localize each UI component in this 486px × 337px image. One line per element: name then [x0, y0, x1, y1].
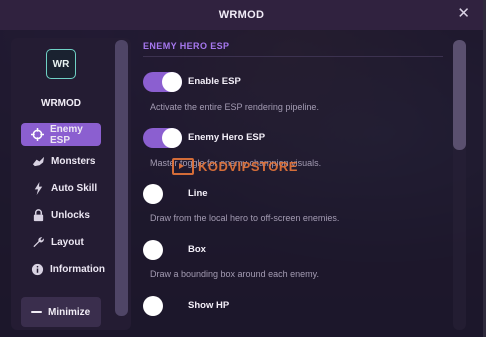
minimize-icon — [31, 311, 42, 313]
sidebar-item-label: Auto Skill — [51, 183, 98, 194]
sidebar: WR WRMOD Enemy ESP Monsters Auto Skill U… — [11, 38, 131, 330]
toggle-knob — [162, 72, 182, 92]
title-bar[interactable]: WRMOD ✕ — [0, 0, 483, 30]
wrench-icon — [31, 236, 45, 250]
sidebar-item-monsters[interactable]: Monsters — [21, 150, 101, 173]
section-divider — [143, 56, 443, 57]
line-toggle[interactable] — [143, 184, 182, 204]
section-title: ENEMY HERO ESP — [143, 41, 230, 51]
crosshair-icon — [31, 128, 44, 142]
option-label: Enable ESP — [188, 76, 241, 87]
sidebar-item-enemy-esp[interactable]: Enemy ESP — [21, 123, 101, 146]
option-label: Line — [188, 188, 208, 199]
sidebar-item-label: Monsters — [51, 156, 96, 167]
sidebar-item-label: Enemy ESP — [50, 123, 83, 146]
sidebar-item-label: Information — [50, 264, 105, 275]
toggle-knob — [143, 296, 163, 316]
brand-name: WRMOD — [41, 98, 81, 109]
lightning-icon — [31, 182, 45, 196]
close-icon[interactable]: ✕ — [457, 5, 470, 23]
toggle-knob — [162, 128, 182, 148]
toggle-knob — [143, 184, 163, 204]
option-label: Show HP — [188, 300, 230, 311]
dragon-icon — [31, 155, 45, 169]
enable-esp-toggle[interactable] — [143, 72, 182, 92]
option-description: Draw a bounding box around each enemy. — [150, 269, 319, 279]
content-scrollbar[interactable] — [453, 40, 466, 150]
toggle-knob — [143, 240, 163, 260]
minimize-button[interactable]: Minimize — [21, 297, 101, 327]
logo: WR — [46, 49, 76, 79]
mod-menu-window: WRMOD ✕ WR WRMOD Enemy ESP Monsters Auto… — [0, 0, 486, 337]
sidebar-item-layout[interactable]: Layout — [21, 231, 101, 254]
sidebar-item-auto-skill[interactable]: Auto Skill — [21, 177, 101, 200]
enemy-hero-esp-toggle[interactable] — [143, 128, 182, 148]
minimize-label: Minimize — [48, 306, 91, 318]
lock-icon — [31, 209, 45, 223]
info-icon — [31, 263, 44, 277]
option-label: Enemy Hero ESP — [188, 132, 266, 143]
watermark: KODVIPSTORE — [172, 156, 298, 176]
sidebar-item-information[interactable]: Information — [21, 258, 105, 281]
sidebar-item-label: Layout — [51, 237, 84, 248]
show-hp-toggle[interactable] — [143, 296, 182, 316]
play-screen-icon — [172, 157, 194, 175]
sidebar-scrollbar[interactable] — [115, 40, 128, 316]
window-title: WRMOD — [218, 9, 265, 21]
box-toggle[interactable] — [143, 240, 182, 260]
option-description: Activate the entire ESP rendering pipeli… — [150, 102, 319, 112]
sidebar-item-unlocks[interactable]: Unlocks — [21, 204, 101, 227]
option-label: Box — [188, 244, 206, 255]
watermark-text: KODVIPSTORE — [198, 158, 298, 174]
option-description: Draw from the local hero to off-screen e… — [150, 213, 340, 223]
sidebar-item-label: Unlocks — [51, 210, 90, 221]
